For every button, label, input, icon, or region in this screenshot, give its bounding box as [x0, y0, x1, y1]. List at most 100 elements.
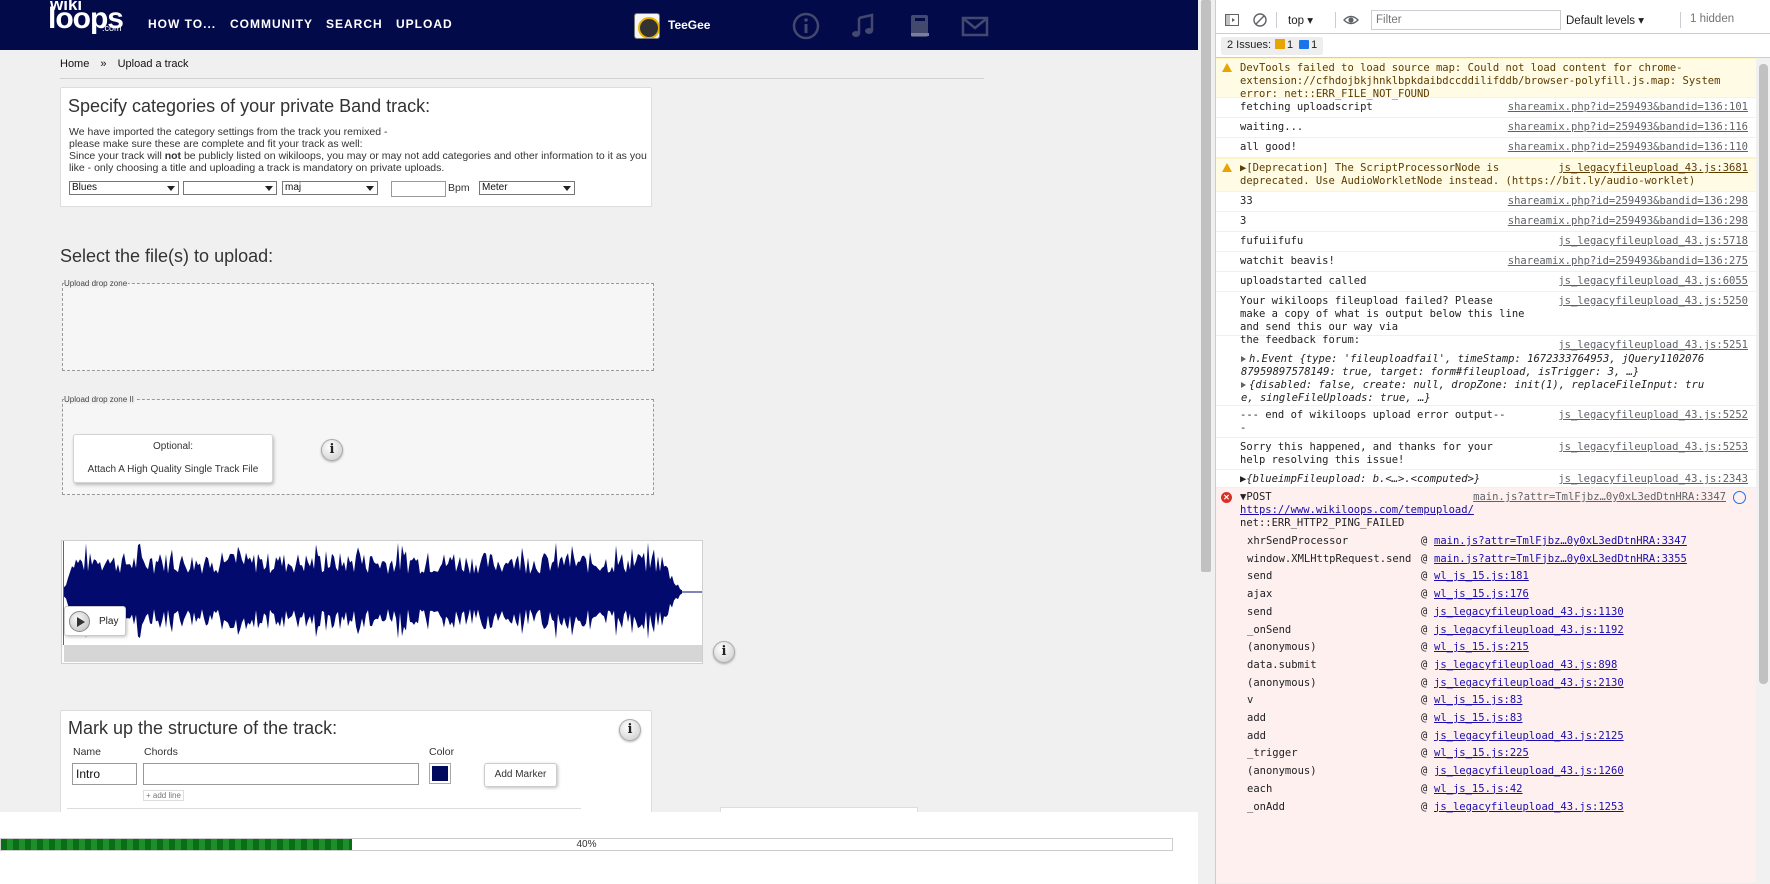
info-icon[interactable]: [792, 12, 820, 40]
add-marker-button[interactable]: Add Marker: [484, 763, 557, 787]
log-levels-dropdown[interactable]: Default levels ▾: [1566, 13, 1644, 27]
stack-source-link[interactable]: wl_js_15.js:215: [1434, 641, 1529, 653]
user-name[interactable]: TeeGee: [668, 18, 710, 32]
error-url-link[interactable]: https://www.wikiloops.com/tempupload/: [1240, 504, 1474, 516]
stack-function: xhrSendProcessor: [1247, 535, 1349, 547]
console-object-options-text: {disabled: false, create: null, dropZone…: [1241, 379, 1705, 404]
source-link[interactable]: shareamix.php?id=259493&bandid=136:110: [1508, 141, 1748, 154]
genre-select[interactable]: Blues: [69, 181, 179, 195]
error-request: ▼POST https://www.wikiloops.com/tempuplo…: [1240, 491, 1474, 517]
source-link[interactable]: js_legacyfileupload_43.js:2343: [1558, 473, 1748, 486]
stack-source-link[interactable]: js_legacyfileupload_43.js:898: [1434, 659, 1617, 671]
console-scrollbar[interactable]: [1756, 58, 1770, 884]
stack-source-link[interactable]: wl_js_15.js:83: [1434, 712, 1523, 724]
stack-source-link[interactable]: js_legacyfileupload_43.js:1192: [1434, 624, 1624, 636]
nav-howto[interactable]: HOW TO...: [148, 17, 216, 31]
subgenre-select[interactable]: [183, 181, 277, 195]
info-icon[interactable]: i: [713, 641, 735, 663]
nav-search[interactable]: SEARCH: [326, 17, 383, 31]
stack-source-link[interactable]: js_legacyfileupload_43.js:1130: [1434, 606, 1624, 618]
console-log-row: uploadstarted called js_legacyfileupload_…: [1216, 272, 1756, 292]
marker-color-picker[interactable]: [429, 763, 451, 784]
page-scrollbar-thumb[interactable]: [1201, 0, 1211, 572]
network-request-icon[interactable]: [1733, 491, 1746, 504]
error-code: net::ERR_HTTP2_PING_FAILED: [1240, 517, 1405, 529]
source-link[interactable]: js_legacyfileupload_43.js:5718: [1558, 235, 1748, 248]
book-icon[interactable]: [906, 12, 934, 40]
nav-upload[interactable]: UPLOAD: [396, 17, 453, 31]
clear-console-icon[interactable]: [1252, 12, 1268, 28]
info-icon[interactable]: i: [321, 439, 343, 461]
upload-drop-zone[interactable]: Upload drop zone: [62, 279, 654, 371]
context-selector[interactable]: top ▾: [1288, 13, 1313, 27]
stack-source-link[interactable]: wl_js_15.js:181: [1434, 570, 1529, 582]
source-link[interactable]: js_legacyfileupload_43.js:6055: [1558, 275, 1748, 288]
stack-source-link[interactable]: js_legacyfileupload_43.js:2125: [1434, 730, 1624, 742]
source-link[interactable]: shareamix.php?id=259493&bandid=136:116: [1508, 121, 1748, 134]
console-warning-row[interactable]: DevTools failed to load source map: Coul…: [1216, 58, 1756, 100]
expand-triangle-icon: [1241, 356, 1246, 362]
console-log-row[interactable]: ▶{blueimpFileupload: b.<…>.<computed>} js…: [1216, 470, 1756, 488]
stack-source-link[interactable]: main.js?attr=TmlFjbz…0y0xL3edDtnHRA:3347: [1434, 535, 1687, 547]
source-link[interactable]: shareamix.php?id=259493&bandid=136:101: [1508, 101, 1748, 114]
meter-select[interactable]: Meter: [479, 181, 575, 195]
stack-source-link[interactable]: js_legacyfileupload_43.js:1253: [1434, 801, 1624, 813]
console-scrollbar-thumb[interactable]: [1759, 64, 1768, 684]
drop-zone-label: Upload drop zone: [64, 279, 129, 288]
breadcrumb-home[interactable]: Home: [60, 58, 89, 70]
stack-at-sign: @: [1421, 800, 1428, 813]
source-link[interactable]: js_legacyfileupload_43.js:5253: [1558, 441, 1748, 454]
stack-source-link[interactable]: wl_js_15.js:83: [1434, 694, 1523, 706]
console-warning-row[interactable]: ▶[Deprecation] The ScriptProcessorNode i…: [1216, 158, 1756, 192]
warning-icon: [1222, 163, 1232, 172]
info-icon[interactable]: i: [619, 719, 641, 741]
key-mode-select[interactable]: maj: [282, 181, 378, 195]
user-avatar[interactable]: [634, 13, 660, 39]
stack-source-link[interactable]: js_legacyfileupload_43.js:1260: [1434, 765, 1624, 777]
waveform-player[interactable]: Play: [61, 540, 703, 664]
music-note-icon[interactable]: [849, 12, 877, 40]
stack-at-sign: @: [1421, 552, 1428, 565]
source-link[interactable]: shareamix.php?id=259493&bandid=136:298: [1508, 215, 1748, 228]
source-link[interactable]: shareamix.php?id=259493&bandid=136:275: [1508, 255, 1748, 268]
attach-single-track-button[interactable]: Optional: Attach A High Quality Single T…: [73, 434, 273, 483]
marker-chords-input[interactable]: [143, 763, 419, 785]
source-link[interactable]: js_legacyfileupload_43.js:5251: [1558, 339, 1748, 352]
stack-source-link[interactable]: main.js?attr=TmlFjbz…0y0xL3edDtnHRA:3355: [1434, 553, 1687, 565]
marker-chords-label: Chords: [144, 746, 178, 758]
console-filter-input[interactable]: Filter: [1371, 10, 1561, 30]
upload-drop-zone-ii[interactable]: Upload drop zone II Optional: Attach A H…: [62, 396, 654, 495]
source-link[interactable]: js_legacyfileupload_43.js:3681: [1558, 162, 1748, 175]
issues-label: 2 Issues:: [1227, 39, 1272, 51]
playback-progress-bar[interactable]: [64, 645, 702, 662]
nav-community[interactable]: COMMUNITY: [230, 17, 313, 31]
page-scrollbar[interactable]: [1198, 0, 1215, 884]
console-error-row[interactable]: ✕ ▼POST https://www.wikiloops.com/tempup…: [1216, 488, 1756, 884]
sidebar-toggle-icon[interactable]: [1224, 12, 1240, 28]
source-link[interactable]: js_legacyfileupload_43.js:5252: [1558, 409, 1748, 422]
bpm-input[interactable]: [391, 181, 446, 197]
mail-icon[interactable]: [961, 12, 989, 40]
marker-name-input[interactable]: Intro: [72, 763, 137, 785]
stack-source-link[interactable]: wl_js_15.js:176: [1434, 588, 1529, 600]
console-object-options[interactable]: {disabled: false, create: null, dropZone…: [1241, 379, 1741, 405]
issues-button[interactable]: 2 Issues: 1 1: [1221, 37, 1324, 55]
console-log-row: js_legacyfileupload_43.js:5251 h.Event {…: [1216, 336, 1756, 406]
stack-source-link[interactable]: wl_js_15.js:42: [1434, 783, 1523, 795]
eye-icon[interactable]: [1343, 12, 1359, 28]
console-log-row: all good! shareamix.php?id=259493&bandid=…: [1216, 138, 1756, 158]
categories-text-2: please make sure these are complete and …: [69, 138, 363, 150]
source-link[interactable]: main.js?attr=TmlFjbz…0y0xL3edDtnHRA:3347: [1473, 491, 1726, 504]
stack-source-link[interactable]: wl_js_15.js:225: [1434, 747, 1529, 759]
play-button[interactable]: Play: [64, 606, 126, 636]
message-icon: [1299, 40, 1310, 49]
source-link[interactable]: shareamix.php?id=259493&bandid=136:298: [1508, 195, 1748, 208]
console-message: watchit beavis!: [1240, 255, 1335, 267]
stack-function: (anonymous): [1247, 641, 1317, 654]
categories-text-3: Since your track will not be publicly li…: [69, 150, 649, 174]
console-object-event[interactable]: h.Event {type: 'fileuploadfail', timeSta…: [1241, 353, 1741, 379]
source-link[interactable]: js_legacyfileupload_43.js:5250: [1558, 295, 1748, 308]
add-line-button[interactable]: + add line: [143, 790, 184, 801]
console-message: fetching uploadscript: [1240, 101, 1373, 113]
stack-source-link[interactable]: js_legacyfileupload_43.js:2130: [1434, 677, 1624, 689]
